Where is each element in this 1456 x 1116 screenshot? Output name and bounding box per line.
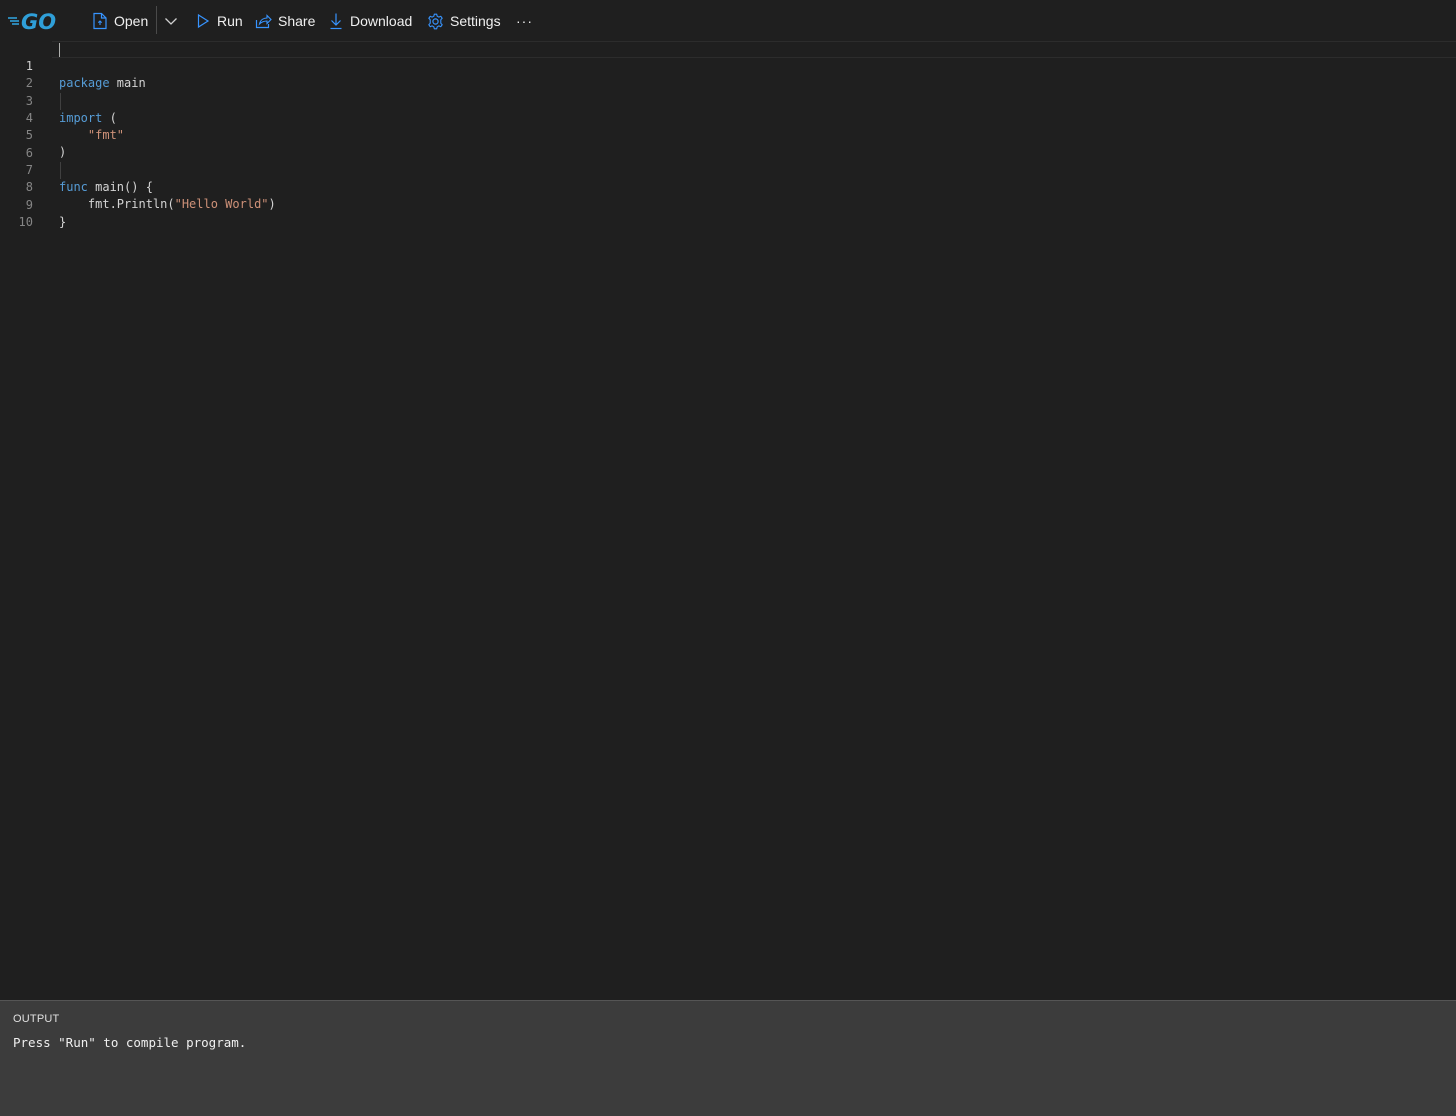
- go-logo[interactable]: GO: [8, 9, 66, 34]
- share-label: Share: [278, 13, 316, 29]
- toolbar-divider: [156, 6, 157, 34]
- code-line: 5 ): [0, 110, 1456, 159]
- code-line: 8 fmt.Println("Hello World"): [0, 162, 1456, 211]
- code-line: 4 "fmt": [0, 93, 1456, 142]
- go-logo-icon: GO: [8, 10, 56, 34]
- toolbar: GO Open Run Share Download Settings ···: [0, 0, 1456, 41]
- output-message: Press "Run" to compile program.: [13, 1035, 247, 1050]
- svg-text:GO: GO: [21, 10, 56, 33]
- play-icon: [197, 13, 210, 29]
- code-line: 10: [0, 197, 1456, 229]
- run-button[interactable]: Run: [195, 7, 243, 35]
- new-file-icon: [93, 12, 107, 30]
- more-options-button[interactable]: ···: [516, 7, 533, 35]
- download-label: Download: [350, 13, 413, 29]
- code-line: 1 package main: [0, 41, 1456, 90]
- code-line: 7 func main() {: [0, 145, 1456, 194]
- code-line: 3 import (: [0, 76, 1456, 125]
- line-number: 10: [18, 215, 33, 229]
- open-dropdown-button[interactable]: [163, 7, 179, 35]
- settings-label: Settings: [450, 13, 501, 29]
- output-panel: OUTPUT Press "Run" to compile program.: [0, 1000, 1456, 1116]
- code-line: 2: [0, 58, 1456, 90]
- settings-button[interactable]: Settings: [427, 7, 501, 35]
- code-editor[interactable]: 1 package main 2 3 import ( 4 "fmt" 5 ) …: [0, 41, 1456, 1000]
- share-button[interactable]: Share: [255, 7, 315, 35]
- output-title: OUTPUT: [13, 1013, 60, 1025]
- download-button[interactable]: Download: [328, 7, 412, 35]
- text-cursor: [59, 43, 60, 57]
- code-line: 6: [0, 128, 1456, 160]
- code-line: 9 }: [0, 180, 1456, 229]
- go-playground: GO Open Run Share Download Settings ··· …: [0, 0, 1456, 1116]
- gear-icon: [428, 13, 443, 29]
- download-icon: [330, 13, 342, 30]
- more-icon: ···: [516, 13, 533, 29]
- run-label: Run: [217, 13, 243, 29]
- share-icon: [255, 14, 272, 29]
- open-button[interactable]: Open: [92, 7, 148, 35]
- open-label: Open: [114, 13, 149, 29]
- chevron-down-icon: [165, 18, 177, 25]
